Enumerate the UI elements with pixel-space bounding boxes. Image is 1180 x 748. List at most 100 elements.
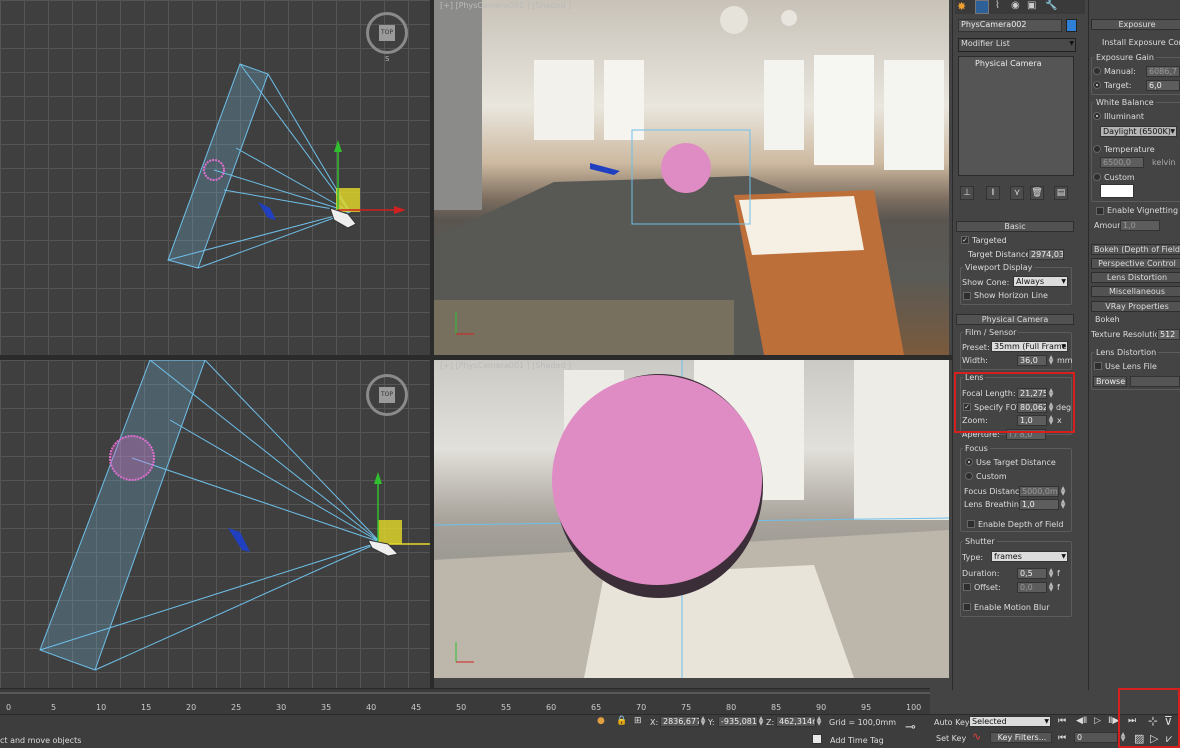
use-lens-file-checkbox[interactable] <box>1094 362 1102 370</box>
enable-dof-checkbox[interactable] <box>967 520 975 528</box>
show-horizon-checkbox[interactable] <box>963 292 971 300</box>
target-distance-field[interactable]: 2974,03 <box>1028 249 1064 260</box>
make-unique-icon[interactable]: ⋎ <box>1010 186 1024 200</box>
custom-wb-color-swatch[interactable] <box>1100 184 1134 198</box>
viewport-label-camera-top[interactable]: [+] [PhysCamera001 ] [Shaded ] <box>440 1 571 10</box>
preset-dropdown[interactable]: 35mm (Full Frame <box>991 341 1068 352</box>
lock-selection-icon[interactable]: 🔒 <box>616 716 627 726</box>
rollout-lens-distortion[interactable]: Lens Distortion <box>1091 272 1180 283</box>
target-radio[interactable] <box>1093 81 1101 89</box>
x-coordinate-spinner[interactable]: ▲ ▼ <box>700 716 706 727</box>
play-icon[interactable]: ▷ <box>1094 716 1101 726</box>
absolute-mode-icon[interactable]: ⊞ <box>634 716 642 726</box>
remove-modifier-icon[interactable]: 🗑 <box>1030 186 1044 200</box>
key-filters-button[interactable]: Key Filters... <box>990 732 1052 743</box>
lens-file-path-field[interactable] <box>1130 376 1180 387</box>
go-to-start-icon[interactable]: ⏮ <box>1058 716 1066 726</box>
modifier-list-dropdown[interactable]: Modifier List <box>958 38 1076 52</box>
install-exposure-control-button[interactable]: Install Exposure Contr <box>1102 38 1180 47</box>
viewport-top-left[interactable]: TOP S <box>0 0 430 355</box>
target-field[interactable]: 6,0 <box>1146 80 1180 91</box>
duration-spinner[interactable]: ▲ ▼ <box>1048 568 1054 579</box>
previous-frame-icon[interactable]: ◀Ⅱ <box>1076 716 1087 726</box>
illuminant-radio[interactable] <box>1093 112 1101 120</box>
temperature-field[interactable]: 6500,0 <box>1100 157 1144 168</box>
add-time-tag-icon[interactable] <box>812 734 822 744</box>
offset-field[interactable]: 0,0 <box>1017 582 1047 593</box>
auto-key-button[interactable]: Auto Key <box>934 718 970 727</box>
lens-breathing-spinner[interactable]: ▲ ▼ <box>1060 499 1066 510</box>
utilities-tab-icon[interactable]: 🔧 <box>1045 0 1057 11</box>
timeline-tick-label: 65 <box>591 703 602 712</box>
use-target-distance-radio[interactable] <box>965 458 973 466</box>
temperature-radio[interactable] <box>1093 145 1101 153</box>
offset-spinner[interactable]: ▲ ▼ <box>1048 582 1054 593</box>
modify-tab-icon[interactable] <box>975 0 989 14</box>
width-field[interactable]: 36,0 <box>1017 355 1047 366</box>
viewport-bottom-left[interactable]: TOP <box>0 360 430 688</box>
isolate-selection-icon[interactable]: ● <box>597 716 605 726</box>
enable-motion-blur-checkbox[interactable] <box>963 603 971 611</box>
lens-breathing-field[interactable]: 1,0 <box>1019 499 1059 510</box>
rollout-bokeh[interactable]: Bokeh (Depth of Field <box>1091 244 1180 255</box>
custom-wb-radio[interactable] <box>1093 173 1101 181</box>
rollout-vray-properties[interactable]: VRay Properties <box>1091 301 1180 312</box>
show-cone-dropdown[interactable]: Always <box>1013 276 1068 287</box>
add-time-tag-label[interactable]: Add Time Tag <box>830 736 884 745</box>
configure-sets-icon[interactable]: ▤ <box>1054 186 1068 200</box>
current-frame-field[interactable]: 0 <box>1074 732 1118 743</box>
rollout-exposure-header[interactable]: Exposure <box>1091 19 1180 30</box>
amount-field[interactable]: 1,0 <box>1120 220 1160 231</box>
viewport-label-camera-bottom[interactable]: [+] [PhysCamera001 ] [Shaded ] <box>440 361 571 370</box>
timeline-tick-label: 50 <box>456 703 467 712</box>
rollout-miscellaneous[interactable]: Miscellaneous <box>1091 286 1180 297</box>
modifier-stack[interactable]: Physical Camera <box>958 56 1074 176</box>
targeted-checkbox[interactable]: ✓ <box>961 236 969 244</box>
focus-distance-field[interactable]: 5000,0mm <box>1019 486 1059 497</box>
custom-focus-radio[interactable] <box>965 472 973 480</box>
set-key-button[interactable]: Set Key <box>936 734 966 743</box>
display-tab-icon[interactable]: ▣ <box>1027 0 1036 11</box>
y-coordinate-spinner[interactable]: ▲ ▼ <box>758 716 764 727</box>
z-coordinate-spinner[interactable]: ▲ ▼ <box>816 716 822 727</box>
x-coordinate-field[interactable]: 2836,677m <box>660 716 700 727</box>
rollout-physical-camera-header[interactable]: Physical Camera <box>956 314 1074 325</box>
set-key-mode-icon[interactable]: ⊸ <box>905 720 916 735</box>
x-coordinate-label: X: <box>650 718 659 727</box>
key-mode-toggle-icon[interactable]: ⏮ <box>1058 733 1066 743</box>
show-end-result-icon[interactable]: I <box>986 186 1000 200</box>
rollout-basic-header[interactable]: Basic <box>956 221 1074 232</box>
viewport-camera-top[interactable]: [+] [PhysCamera001 ] [Shaded ] <box>434 0 949 355</box>
custom-focus-label: Custom <box>976 472 1007 481</box>
duration-field[interactable]: 0,5 <box>1017 568 1047 579</box>
y-coordinate-field[interactable]: -935,081m <box>718 716 758 727</box>
viewport-camera-bottom[interactable]: [+] [PhysCamera001 ] [Shaded ] <box>434 360 949 678</box>
object-color-swatch[interactable] <box>1066 19 1077 32</box>
hierarchy-tab-icon[interactable]: ⌇ <box>995 0 1000 11</box>
viewport-divider-vertical[interactable] <box>430 0 434 688</box>
browse-button[interactable]: Browse <box>1093 376 1127 387</box>
manual-radio[interactable] <box>1093 67 1101 75</box>
pin-stack-icon[interactable]: ⊥ <box>960 186 974 200</box>
width-spinner[interactable]: ▲ ▼ <box>1048 355 1054 366</box>
focus-distance-spinner[interactable]: ▲ ▼ <box>1060 486 1066 497</box>
z-coordinate-field[interactable]: 462,314mr <box>776 716 816 727</box>
rollout-perspective-control[interactable]: Perspective Control <box>1091 258 1180 269</box>
object-name-field[interactable]: PhysCamera002 <box>958 19 1062 32</box>
motion-tab-icon[interactable]: ◉ <box>1011 0 1020 11</box>
timeline-tick-label: 85 <box>771 703 782 712</box>
texture-resolution-field[interactable]: 512 <box>1157 329 1180 340</box>
illuminant-dropdown[interactable]: Daylight (6500K) <box>1100 126 1177 137</box>
modifier-stack-item[interactable]: Physical Camera <box>961 59 1071 70</box>
enable-vignetting-checkbox[interactable] <box>1096 207 1104 215</box>
auto-key-selection-dropdown[interactable]: Selected <box>969 716 1051 727</box>
default-in-out-tangent-icon[interactable]: ∿ <box>972 730 981 743</box>
target-label: Target: <box>1104 81 1132 90</box>
z-coordinate-label: Z: <box>766 718 775 727</box>
viewport-divider-horizontal[interactable] <box>0 355 952 360</box>
exposure-gain-label: Exposure Gain <box>1094 53 1156 62</box>
offset-checkbox[interactable] <box>963 583 971 591</box>
manual-field[interactable]: 6086,7 <box>1146 66 1180 77</box>
shutter-type-dropdown[interactable]: frames <box>991 551 1068 562</box>
create-tab-icon[interactable]: ✸ <box>957 0 966 13</box>
